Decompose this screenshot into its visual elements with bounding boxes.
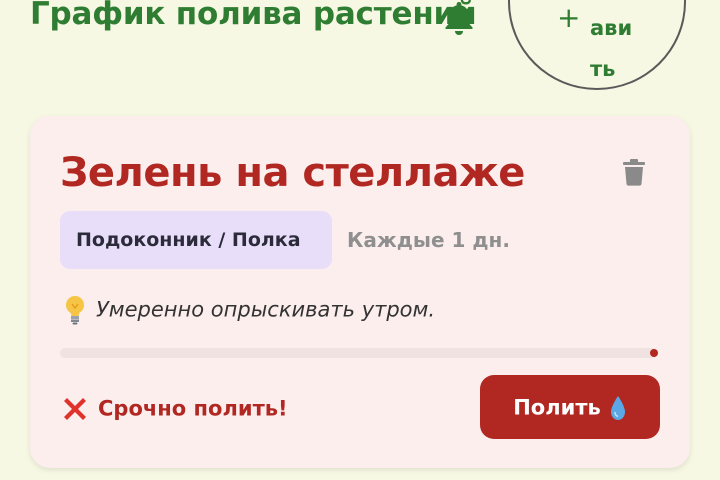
lightbulb-icon [66, 295, 84, 324]
red-cross-icon [64, 397, 86, 420]
trash-icon[interactable] [622, 158, 646, 186]
care-tip-text: Умеренно опрыскивать утром. [96, 297, 436, 322]
watering-status: Срочно полить! [60, 388, 288, 428]
plus-icon: + [557, 1, 581, 34]
location-chip: Подоконник / Полка [60, 211, 332, 269]
add-plant-button[interactable]: + авить [508, 0, 686, 90]
care-tip: Умеренно опрыскивать утром. [64, 292, 435, 326]
add-button-label: авить [590, 16, 633, 81]
plant-name: Зелень на стеллаже [60, 150, 525, 196]
watering-frequency: Каждые 1 дн. [347, 228, 510, 252]
water-drop-icon [610, 395, 625, 420]
water-button[interactable]: Полить [480, 375, 660, 439]
progress-marker [650, 349, 658, 357]
bell-icon[interactable] [442, 0, 476, 36]
header: График полива растений + авить [0, 0, 720, 100]
status-text: Срочно полить! [98, 396, 288, 421]
page-title: График полива растений [30, 0, 477, 32]
water-button-label: Полить [513, 395, 601, 420]
watering-progress-bar [60, 348, 658, 358]
plant-card: Зелень на стеллаже Подоконник / Полка Ка… [30, 116, 690, 468]
